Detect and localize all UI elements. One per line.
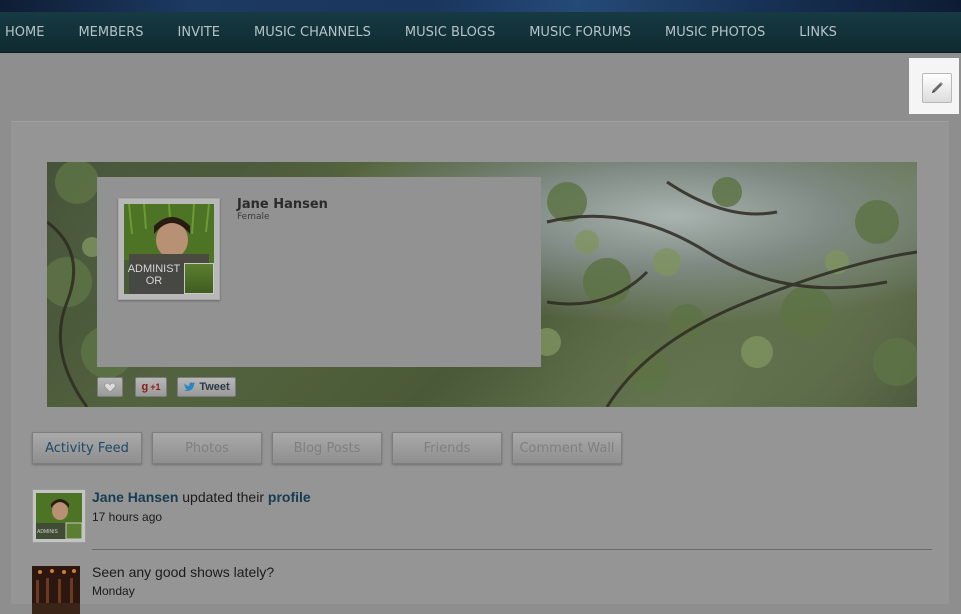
- profile-card: ADMINIST OR Jane Hansen Female: [97, 177, 541, 367]
- concert-photo: [32, 566, 80, 603]
- feed-action-text: updated their: [178, 489, 268, 505]
- feed-user-link[interactable]: Jane Hansen: [92, 489, 178, 505]
- tab-comment-wall[interactable]: Comment Wall: [512, 432, 622, 464]
- role-badge-line-2: OR: [145, 275, 163, 287]
- heart-icon: [104, 382, 116, 392]
- tweet-label: Tweet: [199, 381, 230, 393]
- feed-timestamp: 17 hours ago: [92, 510, 163, 524]
- feed-avatar[interactable]: [32, 566, 80, 614]
- tweet-button[interactable]: Tweet: [177, 377, 236, 397]
- main-nav: HOME MEMBERS INVITE MUSIC CHANNELS MUSIC…: [0, 12, 961, 53]
- like-button[interactable]: [97, 377, 123, 397]
- edit-page-button[interactable]: [922, 73, 952, 103]
- nav-music-blogs[interactable]: MUSIC BLOGS: [388, 25, 512, 40]
- tab-blog-posts[interactable]: Blog Posts: [272, 432, 382, 464]
- gplus-label: +1: [150, 382, 161, 392]
- feed-role-badge: ADMINIS: [37, 529, 58, 535]
- feed-avatar[interactable]: ADMINIS: [32, 489, 86, 543]
- tab-friends[interactable]: Friends: [392, 432, 502, 464]
- feed-target-link[interactable]: profile: [268, 489, 311, 505]
- role-badge-line-1: ADMINIST: [127, 263, 181, 275]
- nav-invite[interactable]: INVITE: [161, 25, 237, 40]
- profile-avatar[interactable]: ADMINIST OR: [118, 198, 220, 300]
- feed-text: Seen any good shows lately? Monday: [92, 564, 892, 598]
- feed-divider: [92, 549, 932, 550]
- nav-music-forums[interactable]: MUSIC FORUMS: [512, 25, 648, 40]
- tab-photos[interactable]: Photos: [152, 432, 262, 464]
- role-badge-label: ADMINIST OR: [124, 260, 184, 294]
- nav-members[interactable]: MEMBERS: [61, 25, 160, 40]
- nav-links[interactable]: LINKS: [782, 25, 854, 40]
- edit-highlight-area: [909, 58, 959, 114]
- profile-gender: Female: [237, 212, 270, 222]
- pencil-icon: [932, 82, 943, 93]
- nav-music-channels[interactable]: MUSIC CHANNELS: [237, 25, 388, 40]
- google-icon: g: [141, 381, 149, 393]
- google-plus-button[interactable]: g +1: [135, 377, 167, 397]
- feed-text: Jane Hansen updated their profile 17 hou…: [92, 489, 892, 524]
- feed-line: Jane Hansen updated their profile: [92, 489, 892, 505]
- feed-avatar-photo: ADMINIS: [36, 493, 82, 539]
- tab-activity-feed[interactable]: Activity Feed: [32, 432, 142, 464]
- admin-thumbnail: [184, 263, 214, 294]
- twitter-bird-icon: [184, 381, 197, 391]
- feed-line: Seen any good shows lately?: [92, 564, 275, 580]
- nav-music-photos[interactable]: MUSIC PHOTOS: [648, 25, 782, 40]
- nav-home[interactable]: HOME: [0, 25, 61, 40]
- profile-name: Jane Hansen: [237, 197, 328, 212]
- feed-timestamp: Monday: [92, 584, 135, 598]
